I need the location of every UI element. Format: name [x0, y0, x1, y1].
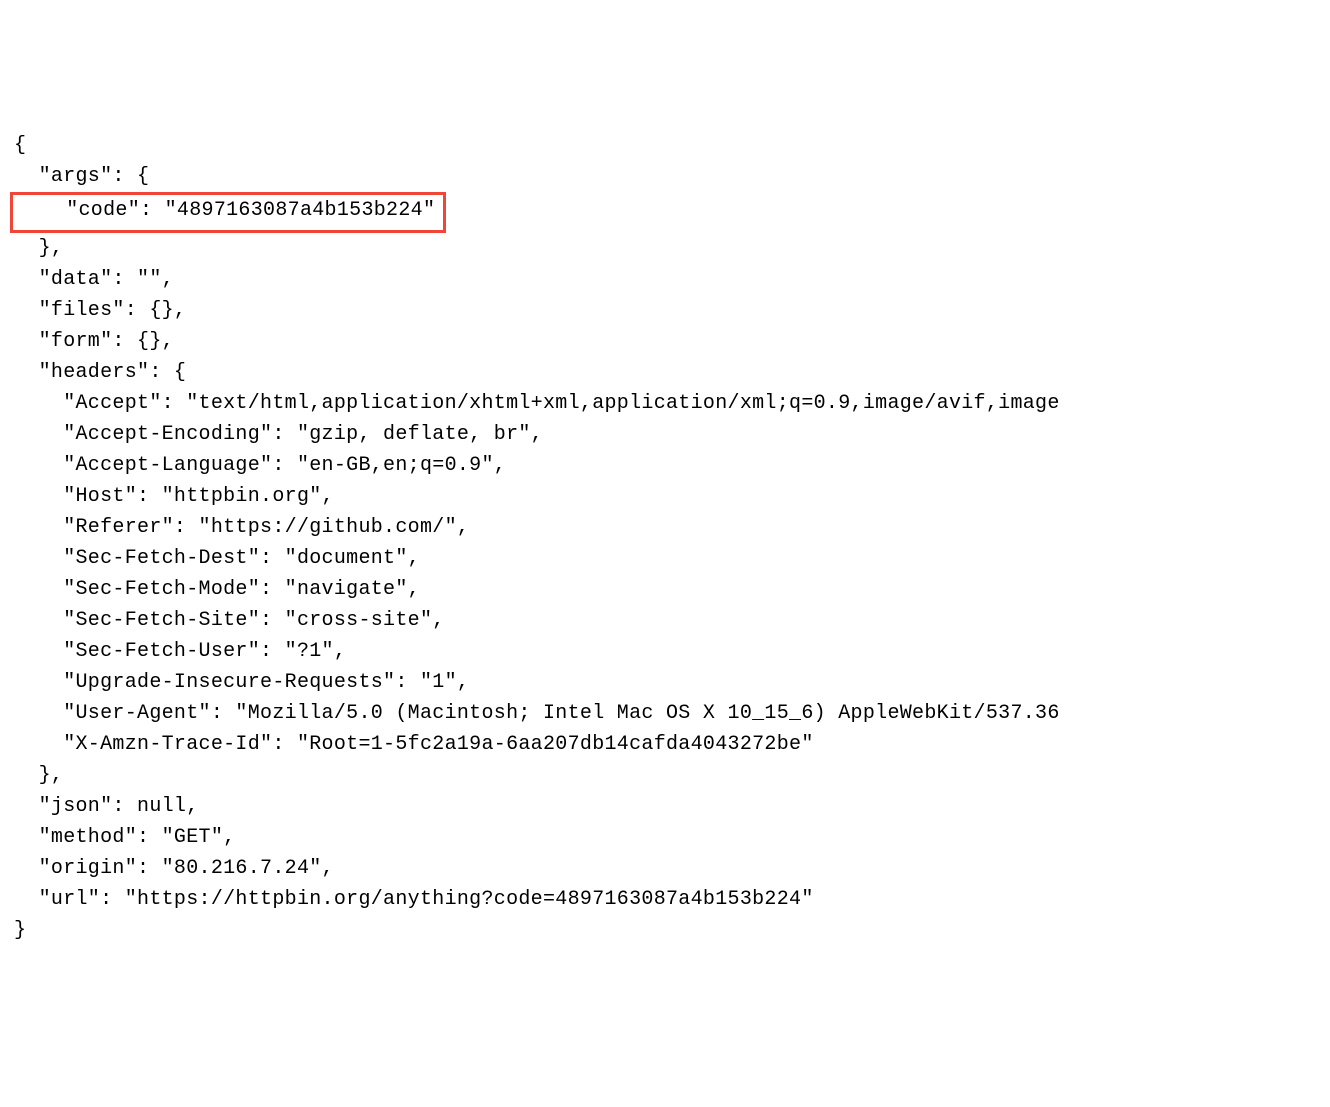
- json-line: "json": null,: [14, 795, 199, 818]
- form-line: "form": {},: [14, 330, 174, 353]
- open-brace: {: [14, 134, 26, 157]
- files-line: "files": {},: [14, 299, 186, 322]
- sec-fetch-site-header-line: "Sec-Fetch-Site": "cross-site",: [14, 609, 445, 632]
- x-amzn-trace-header-line: "X-Amzn-Trace-Id": "Root=1-5fc2a19a-6aa2…: [14, 733, 814, 756]
- accept-header-line: "Accept": "text/html,application/xhtml+x…: [14, 392, 1060, 415]
- sec-fetch-mode-header-line: "Sec-Fetch-Mode": "navigate",: [14, 578, 420, 601]
- user-agent-header-line: "User-Agent": "Mozilla/5.0 (Macintosh; I…: [14, 702, 1060, 725]
- method-line: "method": "GET",: [14, 826, 235, 849]
- origin-line: "origin": "80.216.7.24",: [14, 857, 334, 880]
- upgrade-insecure-header-line: "Upgrade-Insecure-Requests": "1",: [14, 671, 469, 694]
- referer-header-line: "Referer": "https://github.com/",: [14, 516, 469, 539]
- args-close-line: },: [14, 237, 63, 260]
- code-highlight-box: "code": "4897163087a4b153b224": [10, 192, 446, 233]
- url-line: "url": "https://httpbin.org/anything?cod…: [14, 888, 814, 911]
- accept-language-header-line: "Accept-Language": "en-GB,en;q=0.9",: [14, 454, 506, 477]
- sec-fetch-user-header-line: "Sec-Fetch-User": "?1",: [14, 640, 346, 663]
- close-brace: }: [14, 919, 26, 942]
- json-response-block: { "args": { "code": "4897163087a4b153b22…: [14, 130, 1316, 946]
- headers-close-line: },: [14, 764, 63, 787]
- accept-encoding-header-line: "Accept-Encoding": "gzip, deflate, br",: [14, 423, 543, 446]
- code-value: "4897163087a4b153b224": [165, 199, 436, 222]
- sec-fetch-dest-header-line: "Sec-Fetch-Dest": "document",: [14, 547, 420, 570]
- data-line: "data": "",: [14, 268, 174, 291]
- host-header-line: "Host": "httpbin.org",: [14, 485, 334, 508]
- code-key: "code":: [17, 199, 165, 222]
- headers-open-line: "headers": {: [14, 361, 186, 384]
- args-key-line: "args": {: [14, 165, 149, 188]
